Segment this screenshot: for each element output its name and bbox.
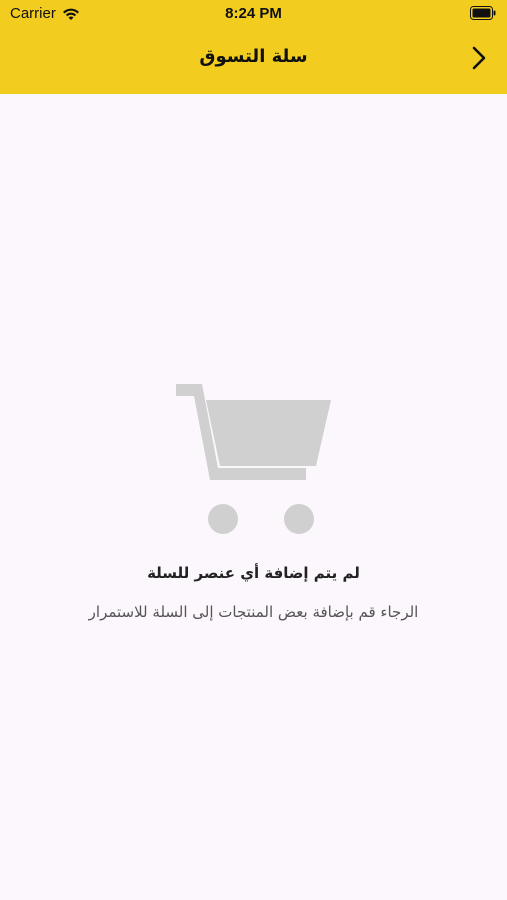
navigation-bar: سلة التسوق: [0, 36, 507, 80]
empty-cart-state: [0, 380, 507, 536]
page-title: سلة التسوق: [199, 46, 308, 67]
empty-cart-title: لم يتم إضافة أي عنصر للسلة: [147, 564, 360, 582]
back-button[interactable]: [467, 44, 491, 72]
cart-icon: [175, 384, 331, 534]
battery-icon: [470, 6, 496, 20]
status-bar: Carrier 8:24 PM: [0, 0, 507, 28]
status-time: 8:24 PM: [225, 5, 282, 22]
empty-cart-message: الرجاء قم بإضافة بعض المنتجات إلى السلة …: [88, 603, 419, 621]
header: Carrier 8:24 PM سلة التسوق: [0, 0, 507, 94]
chevron-right-icon: [472, 46, 486, 70]
